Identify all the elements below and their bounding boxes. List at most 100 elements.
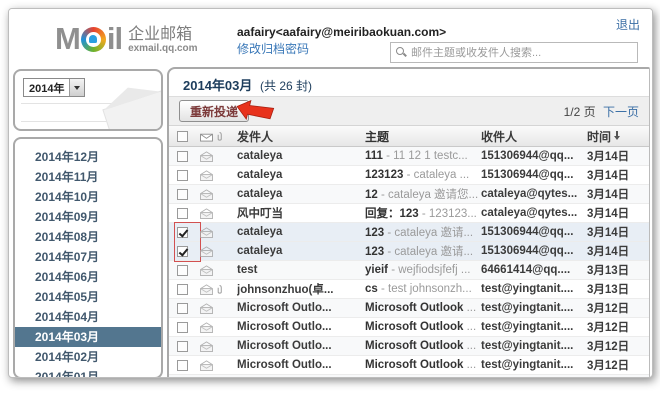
header-subject[interactable]: 主题 xyxy=(365,128,481,145)
row-checkbox[interactable] xyxy=(177,265,188,276)
sender-cell: cataleya xyxy=(237,188,365,200)
search-input[interactable] xyxy=(411,47,632,59)
annotation-arrow-icon xyxy=(235,100,275,126)
time-cell: 3月14日 xyxy=(587,224,647,240)
brand-domain: exmail.qq.com xyxy=(128,44,197,55)
sidebar-month-item[interactable]: 2014年10月 xyxy=(15,187,161,207)
subject-cell: cs - test johnsonzh... xyxy=(365,283,481,295)
envelope-open-icon xyxy=(199,322,214,333)
sidebar-month-item[interactable]: 2014年12月 xyxy=(15,147,161,167)
recipient-cell: cataleya@qytes... xyxy=(481,188,587,200)
recipient-cell: 151306944@qq... xyxy=(481,169,587,181)
table-row[interactable]: Microsoft Outlo... Microsoft Outlook ...… xyxy=(169,318,649,337)
envelope-open-icon xyxy=(199,227,214,238)
recipient-cell: 151306944@qq... xyxy=(481,226,587,238)
row-checkbox[interactable] xyxy=(177,151,188,162)
envelope-open-icon xyxy=(199,208,214,219)
recipient-cell: test@yingtanit.... xyxy=(481,302,587,314)
table-row[interactable]: test yieif - wejfiodsjfefj ... 64661414@… xyxy=(169,261,649,280)
year-dropdown-value: 2014年 xyxy=(24,80,69,96)
table-row[interactable]: Microsoft Outlo... Microsoft Outlook ...… xyxy=(169,299,649,318)
sidebar-month-item[interactable]: 2014年06月 xyxy=(15,267,161,287)
exmail-logo: M il 企业邮箱 exmail.qq.com xyxy=(55,21,198,57)
account-name: aafairy<aafairy@meiribaokuan.com> xyxy=(237,24,446,41)
time-cell: 3月12日 xyxy=(587,376,647,378)
table-row[interactable]: johnsonzhuo(卓... cs - test johnsonzh... … xyxy=(169,280,649,299)
row-checkbox[interactable] xyxy=(177,360,188,371)
table-row[interactable]: cataleya 12 - cataleya 邀请您... cataleya@q… xyxy=(169,185,649,204)
envelope-open-icon xyxy=(199,151,214,162)
subject-cell: 12 - cataleya 邀请您... xyxy=(365,186,481,202)
row-checkbox[interactable] xyxy=(177,284,188,295)
table-row[interactable]: 风中叮当 回复：123 - 123123... cataleya@qytes..… xyxy=(169,204,649,223)
page-title: 2014年03月 (共 26 封) xyxy=(169,69,649,96)
search-box[interactable] xyxy=(390,42,638,63)
paperclip-icon xyxy=(216,131,223,142)
table-row[interactable]: cataleya 123123 - cataleya ... 151306944… xyxy=(169,166,649,185)
row-checkbox[interactable] xyxy=(177,341,188,352)
time-cell: 3月12日 xyxy=(587,319,647,335)
month-title: 2014年03月 xyxy=(183,78,252,93)
row-checkbox[interactable] xyxy=(177,208,188,219)
table-row[interactable]: cataleya 111 - 11 12 1 testc... 15130694… xyxy=(169,147,649,166)
envelope-open-icon xyxy=(199,341,214,352)
header-recipient[interactable]: 收件人 xyxy=(481,128,587,145)
subject-cell: 123 - cataleya 邀请... xyxy=(365,243,481,259)
time-cell: 3月12日 xyxy=(587,300,647,316)
envelope-open-icon xyxy=(199,170,214,181)
recipient-cell: test@yingtanit.... xyxy=(481,359,587,371)
year-dropdown[interactable]: 2014年 xyxy=(23,78,85,97)
subject-cell: 回复：123 - 123123... xyxy=(365,205,481,221)
sender-cell: Microsoft Outlo... xyxy=(237,340,365,352)
mail-list: cataleya 111 - 11 12 1 testc... 15130694… xyxy=(169,147,649,378)
sidebar: 2014年 2014年12月2014年11月2014年10月2014年09月20… xyxy=(13,69,163,378)
table-row[interactable]: Microsoft Outlo... Microsoft Outlook ...… xyxy=(169,356,649,375)
envelope-icon xyxy=(199,131,214,142)
sender-cell: cataleya xyxy=(237,245,365,257)
recipient-cell: cataleya@qytes... xyxy=(481,207,587,219)
sidebar-month-item[interactable]: 2014年05月 xyxy=(15,287,161,307)
sidebar-month-item[interactable]: 2014年04月 xyxy=(15,307,161,327)
row-checkbox[interactable] xyxy=(177,322,188,333)
row-checkbox[interactable] xyxy=(177,303,188,314)
row-checkbox[interactable] xyxy=(177,189,188,200)
logo-ring-icon xyxy=(81,27,106,52)
header-time[interactable]: 时间 xyxy=(587,128,647,145)
next-page-link[interactable]: 下一页 xyxy=(603,105,639,119)
sender-cell: test xyxy=(237,264,365,276)
recipient-cell: test@yingtanit.... xyxy=(481,283,587,295)
bell-icon xyxy=(89,35,97,43)
select-all-checkbox[interactable] xyxy=(177,131,188,142)
recipient-cell: 151306944@qq... xyxy=(481,245,587,257)
time-cell: 3月14日 xyxy=(587,186,647,202)
logo-letter-m: M xyxy=(55,21,80,57)
sidebar-month-item[interactable]: 2014年03月 xyxy=(15,327,161,347)
sidebar-month-item[interactable]: 2014年09月 xyxy=(15,207,161,227)
sort-desc-icon xyxy=(613,131,620,141)
sidebar-month-item[interactable]: 2014年02月 xyxy=(15,347,161,367)
header-sender[interactable]: 发件人 xyxy=(237,128,365,145)
sender-cell: johnsonzhuo(卓... xyxy=(237,281,365,297)
sidebar-month-item[interactable]: 2014年01月 xyxy=(15,367,161,378)
table-row[interactable]: Microsoft Outlo... Microsoft Outlook ...… xyxy=(169,337,649,356)
sidebar-month-item[interactable]: 2014年11月 xyxy=(15,167,161,187)
recipient-cell: test@yingtanit.... xyxy=(481,340,587,352)
time-cell: 3月14日 xyxy=(587,148,647,164)
subject-cell: 123123 - cataleya ... xyxy=(365,169,481,181)
logout-link[interactable]: 退出 xyxy=(616,16,640,33)
pagination: 1/2 页 下一页 xyxy=(564,103,639,120)
sidebar-month-item[interactable]: 2014年07月 xyxy=(15,247,161,267)
row-checkbox[interactable] xyxy=(177,246,188,257)
header: M il 企业邮箱 exmail.qq.com aafairy<aafairy@… xyxy=(9,9,652,67)
table-row[interactable]: cataleya 123 - cataleya 邀请... 151306944@… xyxy=(169,242,649,261)
sidebar-month-item[interactable]: 2014年08月 xyxy=(15,227,161,247)
envelope-open-icon xyxy=(199,360,214,371)
paperclip-icon xyxy=(216,284,223,295)
dropdown-button[interactable] xyxy=(69,79,84,96)
table-row[interactable]: Microsoft Outlo... Microsoft Outlook ...… xyxy=(169,375,649,378)
subject-cell: 123 - cataleya 邀请... xyxy=(365,224,481,240)
table-row[interactable]: cataleya 123 - cataleya 邀请... 151306944@… xyxy=(169,223,649,242)
row-checkbox[interactable] xyxy=(177,227,188,238)
subject-cell: Microsoft Outlook ... xyxy=(365,321,481,333)
row-checkbox[interactable] xyxy=(177,170,188,181)
